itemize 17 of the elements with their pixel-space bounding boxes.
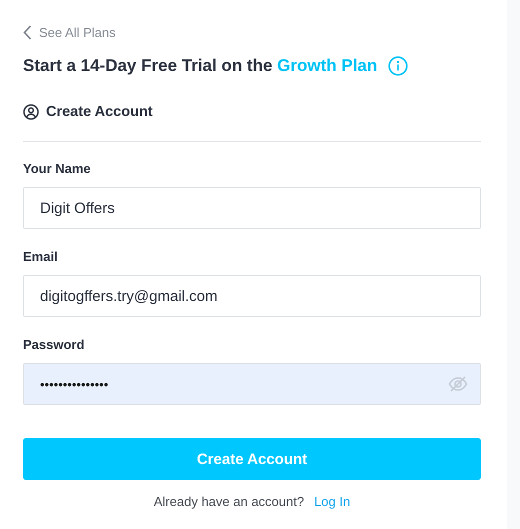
field-label: Your Name: [23, 161, 92, 176]
info-icon[interactable]: [388, 56, 408, 76]
heading: Start a 14-Day Free Trial on the Growth Plan: [23, 56, 378, 76]
input-field[interactable]: •••••••••••••••: [23, 363, 481, 405]
back-link[interactable]: See All Plans: [23, 22, 116, 42]
section-title: Create Account: [46, 104, 153, 120]
plan-link[interactable]: Growth Plan: [277, 56, 378, 75]
login-link[interactable]: Log In: [314, 494, 350, 509]
input-field[interactable]: Digit Offers: [23, 187, 481, 229]
chevron-left-icon: [23, 24, 32, 40]
field-label: Password: [23, 337, 86, 352]
footer-text: Already have an account?: [154, 494, 304, 509]
field-label: Email: [23, 249, 59, 264]
user-circle-icon: [23, 104, 39, 120]
input-field[interactable]: digitogffers.try@gmail.com: [23, 275, 481, 317]
eye-slash-icon[interactable]: [448, 375, 468, 393]
create-account-button[interactable]: Create Account: [23, 438, 481, 480]
